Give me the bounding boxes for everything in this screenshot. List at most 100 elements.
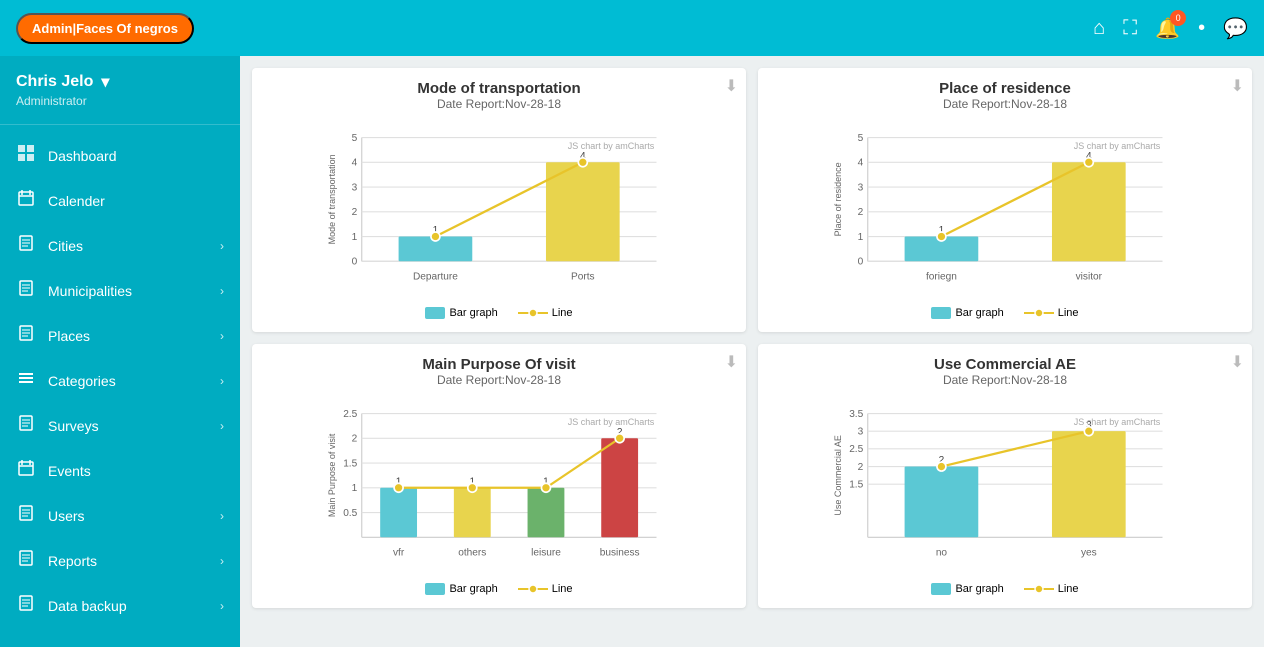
- nav-icon-municipalities: [16, 280, 36, 301]
- svg-text:JS chart by amCharts: JS chart by amCharts: [1074, 141, 1161, 151]
- legend-bar-swatch: [931, 583, 951, 595]
- sidebar-item-cities[interactable]: Cities ›: [0, 223, 240, 268]
- navbar-icons: ⌂ ⛶ 🔔 0 • 💬: [1093, 16, 1248, 41]
- svg-text:4: 4: [858, 158, 864, 169]
- chart-svg-mode-of-transportation: Mode of transportation 012345 1Departure…: [264, 115, 734, 295]
- nav-label-cities: Cities: [48, 238, 83, 254]
- download-icon-use-commercial-ae[interactable]: ⬇: [1231, 352, 1244, 372]
- svg-text:visitor: visitor: [1076, 271, 1103, 282]
- chat-icon[interactable]: 💬: [1223, 16, 1248, 41]
- sidebar-item-data-backup[interactable]: Data backup ›: [0, 583, 240, 628]
- nav-label-categories: Categories: [48, 373, 116, 389]
- svg-text:3: 3: [858, 182, 864, 193]
- chart-legend-place-of-residence: Bar graph Line: [770, 306, 1240, 320]
- nav-item-left: Cities: [16, 235, 83, 256]
- download-icon-place-of-residence[interactable]: ⬇: [1231, 76, 1244, 96]
- nav-item-left: Calender: [16, 190, 105, 211]
- download-icon-main-purpose-of-visit[interactable]: ⬇: [725, 352, 738, 372]
- chart-card-mode-of-transportation: Mode of transportation Date Report:Nov-2…: [252, 68, 746, 332]
- sidebar-item-categories[interactable]: Categories ›: [0, 358, 240, 403]
- nav-arrow-surveys: ›: [220, 419, 224, 433]
- svg-text:foriegn: foriegn: [926, 271, 957, 282]
- nav-item-left: Surveys: [16, 415, 99, 436]
- nav-icon-cities: [16, 235, 36, 256]
- svg-text:5: 5: [352, 133, 358, 144]
- nav-label-surveys: Surveys: [48, 418, 99, 434]
- legend-bar-swatch: [425, 307, 445, 319]
- content-area: Mode of transportation Date Report:Nov-2…: [240, 56, 1264, 647]
- sidebar-item-users[interactable]: Users ›: [0, 493, 240, 538]
- nav-arrow-places: ›: [220, 329, 224, 343]
- nav-icon-categories: [16, 370, 36, 391]
- brand-button[interactable]: Admin|Faces Of negros: [16, 13, 194, 44]
- svg-text:2: 2: [858, 462, 864, 473]
- svg-text:JS chart by amCharts: JS chart by amCharts: [568, 417, 655, 427]
- legend-bar-item: Bar graph: [425, 306, 497, 320]
- user-icon[interactable]: •: [1198, 17, 1205, 40]
- sidebar-item-dashboard[interactable]: Dashboard: [0, 133, 240, 178]
- chart-header-use-commercial-ae: Use Commercial AE Date Report:Nov-28-18: [770, 356, 1240, 387]
- nav-label-data-backup: Data backup: [48, 598, 127, 614]
- nav-icon-dashboard: [16, 145, 36, 166]
- legend-bar-label: Bar graph: [955, 583, 1003, 595]
- nav-icon-data-backup: [16, 595, 36, 616]
- nav-arrow-users: ›: [220, 509, 224, 523]
- nav-label-reports: Reports: [48, 553, 97, 569]
- svg-text:leisure: leisure: [531, 547, 561, 558]
- svg-text:Mode of transportation: Mode of transportation: [327, 154, 337, 244]
- chart-legend-mode-of-transportation: Bar graph Line: [264, 306, 734, 320]
- svg-text:1: 1: [352, 232, 358, 243]
- sidebar: Chris Jelo ▾ Administrator Dashboard Cal…: [0, 56, 240, 647]
- dropdown-arrow[interactable]: ▾: [101, 72, 109, 92]
- sidebar-item-surveys[interactable]: Surveys ›: [0, 403, 240, 448]
- nav-item-left: Users: [16, 505, 85, 526]
- svg-text:Place of residence: Place of residence: [833, 162, 843, 236]
- legend-bar-label: Bar graph: [955, 307, 1003, 319]
- chart-card-place-of-residence: Place of residence Date Report:Nov-28-18…: [758, 68, 1252, 332]
- legend-line-label: Line: [552, 307, 573, 319]
- sidebar-item-municipalities[interactable]: Municipalities ›: [0, 268, 240, 313]
- sidebar-username: Chris Jelo ▾: [16, 72, 224, 92]
- bell-icon[interactable]: 🔔 0: [1155, 16, 1180, 41]
- nav-arrow-cities: ›: [220, 239, 224, 253]
- svg-text:2: 2: [352, 434, 358, 445]
- legend-line-item: Line: [518, 582, 573, 596]
- nav-arrow-categories: ›: [220, 374, 224, 388]
- svg-text:0.5: 0.5: [343, 508, 357, 519]
- nav-icon-reports: [16, 550, 36, 571]
- legend-line-label: Line: [552, 583, 573, 595]
- sidebar-nav: Dashboard Calender Cities › Municipaliti…: [0, 125, 240, 636]
- sidebar-item-calender[interactable]: Calender: [0, 178, 240, 223]
- nav-item-left: Data backup: [16, 595, 127, 616]
- sidebar-item-places[interactable]: Places ›: [0, 313, 240, 358]
- nav-item-left: Places: [16, 325, 90, 346]
- sidebar-user: Chris Jelo ▾ Administrator: [0, 56, 240, 125]
- svg-text:2: 2: [858, 207, 864, 218]
- sidebar-item-events[interactable]: Events: [0, 448, 240, 493]
- expand-icon[interactable]: ⛶: [1123, 17, 1137, 40]
- nav-label-municipalities: Municipalities: [48, 283, 132, 299]
- nav-item-left: Municipalities: [16, 280, 132, 301]
- chart-svg-place-of-residence: Place of residence 012345 1foriegn4visit…: [770, 115, 1240, 295]
- legend-line-label: Line: [1058, 583, 1079, 595]
- nav-icon-users: [16, 505, 36, 526]
- charts-grid: Mode of transportation Date Report:Nov-2…: [252, 68, 1252, 608]
- nav-label-dashboard: Dashboard: [48, 148, 117, 164]
- nav-arrow-reports: ›: [220, 554, 224, 568]
- nav-arrow-municipalities: ›: [220, 284, 224, 298]
- download-icon-mode-of-transportation[interactable]: ⬇: [725, 76, 738, 96]
- nav-item-left: Events: [16, 460, 91, 481]
- nav-label-calender: Calender: [48, 193, 105, 209]
- legend-bar-swatch: [931, 307, 951, 319]
- svg-text:3.5: 3.5: [849, 409, 863, 420]
- svg-text:1: 1: [352, 483, 358, 494]
- legend-bar-label: Bar graph: [449, 307, 497, 319]
- home-icon[interactable]: ⌂: [1093, 17, 1105, 40]
- nav-icon-surveys: [16, 415, 36, 436]
- svg-text:JS chart by amCharts: JS chart by amCharts: [1074, 417, 1161, 427]
- svg-text:business: business: [600, 547, 640, 558]
- sidebar-item-reports[interactable]: Reports ›: [0, 538, 240, 583]
- nav-icon-places: [16, 325, 36, 346]
- chart-date-place-of-residence: Date Report:Nov-28-18: [770, 97, 1240, 111]
- legend-line-svg: [518, 582, 548, 596]
